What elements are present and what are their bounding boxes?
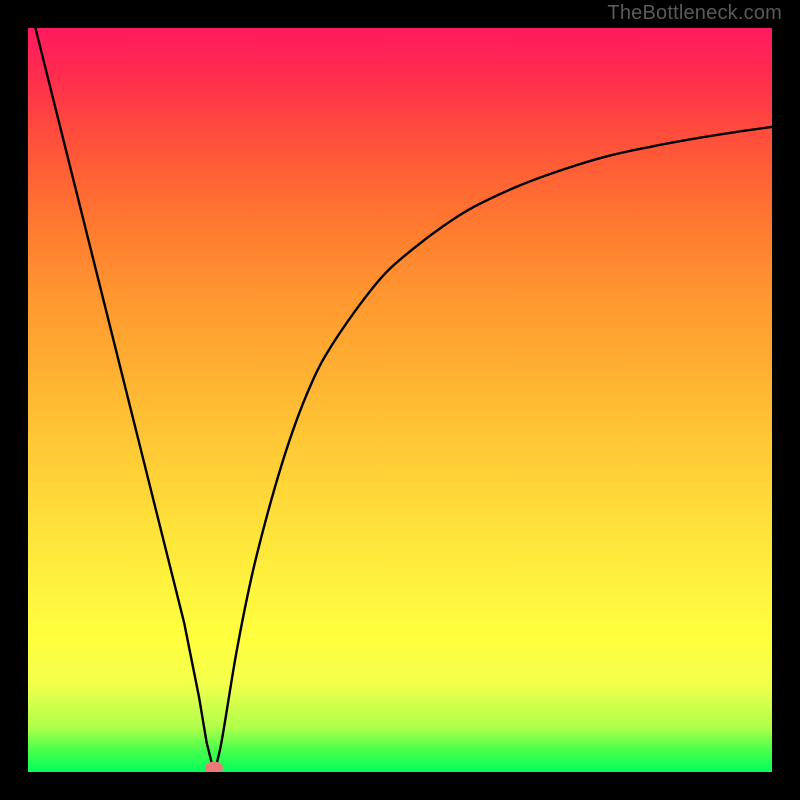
- watermark-text: TheBottleneck.com: [607, 2, 782, 25]
- bottleneck-curve-svg: [28, 28, 772, 772]
- bottleneck-curve-path: [35, 28, 772, 772]
- minimum-marker-icon: [205, 762, 223, 773]
- chart-frame: TheBottleneck.com: [0, 0, 800, 800]
- plot-area: [28, 28, 772, 772]
